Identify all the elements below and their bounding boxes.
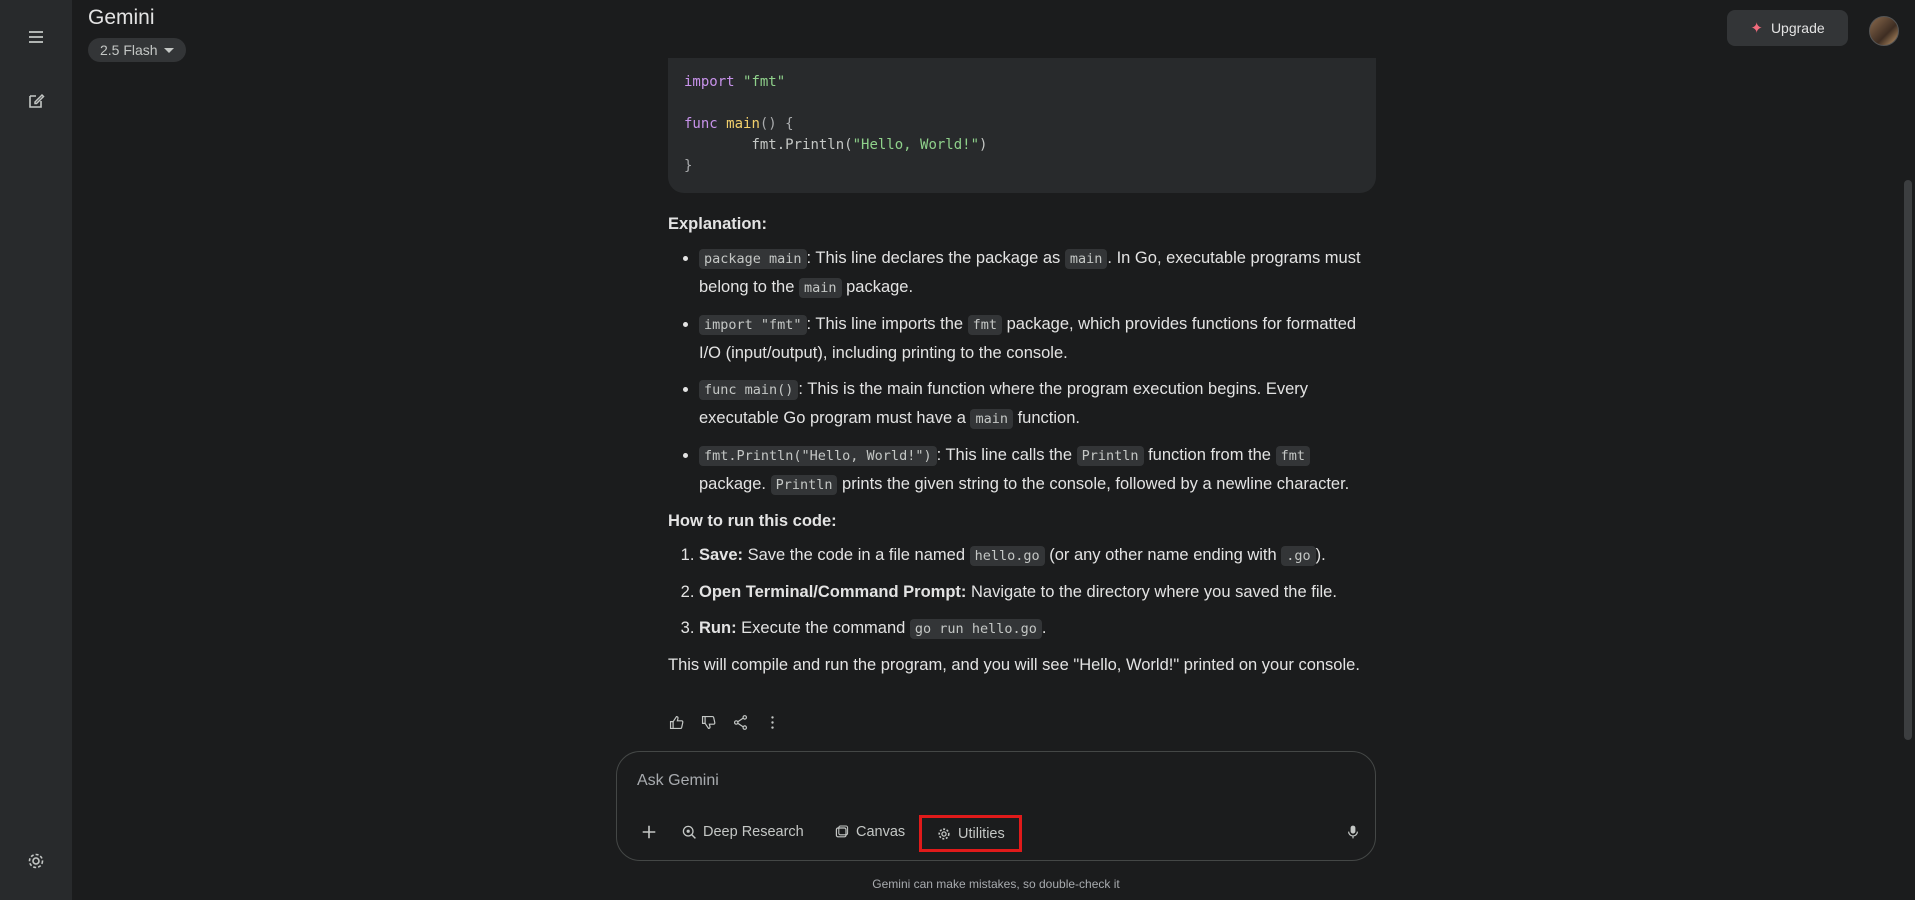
menu-button[interactable] [16,17,56,57]
edit-icon [29,93,45,108]
canvas-icon [835,825,849,838]
inline-code: fmt.Println("Hello, World!") [699,446,937,466]
add-files-button[interactable] [633,816,665,848]
upgrade-label: Upgrade [1770,20,1825,36]
scrollbar[interactable] [1904,180,1912,740]
text: ). [1315,546,1326,564]
code-token: "Hello, World!" [852,137,980,153]
disclaimer: Gemini can make mistakes, so double-chec… [872,877,1120,891]
thumbs-up-button[interactable] [666,710,686,734]
code-token: "fmt" [743,74,786,90]
avatar[interactable] [1869,16,1899,46]
menu-icon [29,31,43,43]
text: Navigate to the directory where you save… [966,583,1337,601]
inline-code: package main [699,249,807,269]
deep-research-button[interactable]: Deep Research [681,816,804,848]
more-options-button[interactable] [762,710,782,734]
run-steps: Save: Save the code in a file named hell… [668,541,1380,643]
text: . [1041,619,1047,637]
inline-code: go run hello.go [909,619,1042,639]
share-icon [733,714,747,730]
code-token: func [684,116,718,132]
caret-down-icon [163,47,174,53]
list-item: Open Terminal/Command Prompt: Navigate t… [699,578,1380,606]
gear-icon [28,853,44,869]
gear-icon [938,827,950,840]
response-actions [666,710,782,734]
text: package. [699,475,771,493]
thumbs-down-button[interactable] [698,710,718,734]
inline-code: fmt [967,315,1003,335]
response-content: Explanation: package main: This line dec… [668,210,1380,679]
utilities-label: Utilities [958,825,1005,842]
model-label: 2.5 Flash [100,42,158,58]
text: package. [841,278,914,296]
inline-code: Println [1076,446,1144,466]
deep-research-label: Deep Research [703,824,804,840]
step-label: Save: [699,546,744,564]
microphone-icon [1348,825,1358,839]
inline-code: func main() [699,380,799,400]
inline-code: main [1064,249,1108,269]
text: prints the given string to the console, … [837,475,1350,493]
list-item: fmt.Println("Hello, World!"): This line … [699,441,1380,499]
explanation-list: package main: This line declares the pac… [668,244,1380,499]
settings-button[interactable] [16,841,56,881]
list-item: Save: Save the code in a file named hell… [699,541,1380,570]
text: function from the [1143,446,1276,464]
step-label: Open Terminal/Command Prompt: [699,583,967,601]
text: Execute the command [736,619,910,637]
microphone-button[interactable] [1339,816,1367,848]
thumbs-down-icon [701,715,715,729]
canvas-label: Canvas [856,824,906,840]
sidebar [0,0,72,900]
prompt-input[interactable]: Ask Gemini [637,772,719,790]
more-vert-icon [770,715,774,729]
list-item: package main: This line declares the pac… [699,244,1380,302]
code-token: ) [979,137,988,153]
model-selector[interactable]: 2.5 Flash [88,38,186,62]
prompt-box[interactable]: Ask Gemini Deep Research Canvas Utilitie… [616,751,1376,861]
new-chat-button[interactable] [16,81,56,121]
code-token: import [684,74,735,90]
text: : This line calls the [936,446,1077,464]
text: : This line imports the [806,315,968,333]
utilities-button[interactable]: Utilities [919,815,1022,852]
deep-research-icon [682,825,696,839]
text: Save the code in a file named [743,546,970,564]
app-title: Gemini [88,6,155,29]
upgrade-button[interactable]: ✦ Upgrade [1727,10,1848,46]
code-block: import "fmt" func main() { fmt.Println("… [668,58,1376,193]
step-label: Run: [699,619,737,637]
plus-icon [642,825,656,839]
code-token: () { [759,116,794,132]
code-token: main [726,116,760,132]
sparkle-icon: ✦ [1750,20,1763,37]
inline-code: .go [1281,546,1316,566]
inline-code: hello.go [969,546,1045,566]
inline-code: main [970,409,1013,429]
code-token: fmt.Println( [751,137,853,153]
run-heading: How to run this code: [668,512,837,530]
list-item: func main(): This is the main function w… [699,375,1380,433]
text: (or any other name ending with [1044,546,1282,564]
inline-code: main [799,278,842,298]
text: function. [1013,409,1080,427]
list-item: import "fmt": This line imports the fmt … [699,310,1380,367]
explanation-heading: Explanation: [668,215,768,233]
list-item: Run: Execute the command go run hello.go… [699,614,1380,643]
conclusion-text: This will compile and run the program, a… [668,656,1360,674]
canvas-button[interactable]: Canvas [834,816,905,848]
inline-code: import "fmt" [699,315,807,335]
thumbs-up-icon [669,715,683,729]
inline-code: Println [770,475,838,495]
text: : This line declares the package as [806,249,1065,267]
code-token: } [684,158,693,174]
share-button[interactable] [730,710,750,734]
inline-code: fmt [1275,446,1310,466]
